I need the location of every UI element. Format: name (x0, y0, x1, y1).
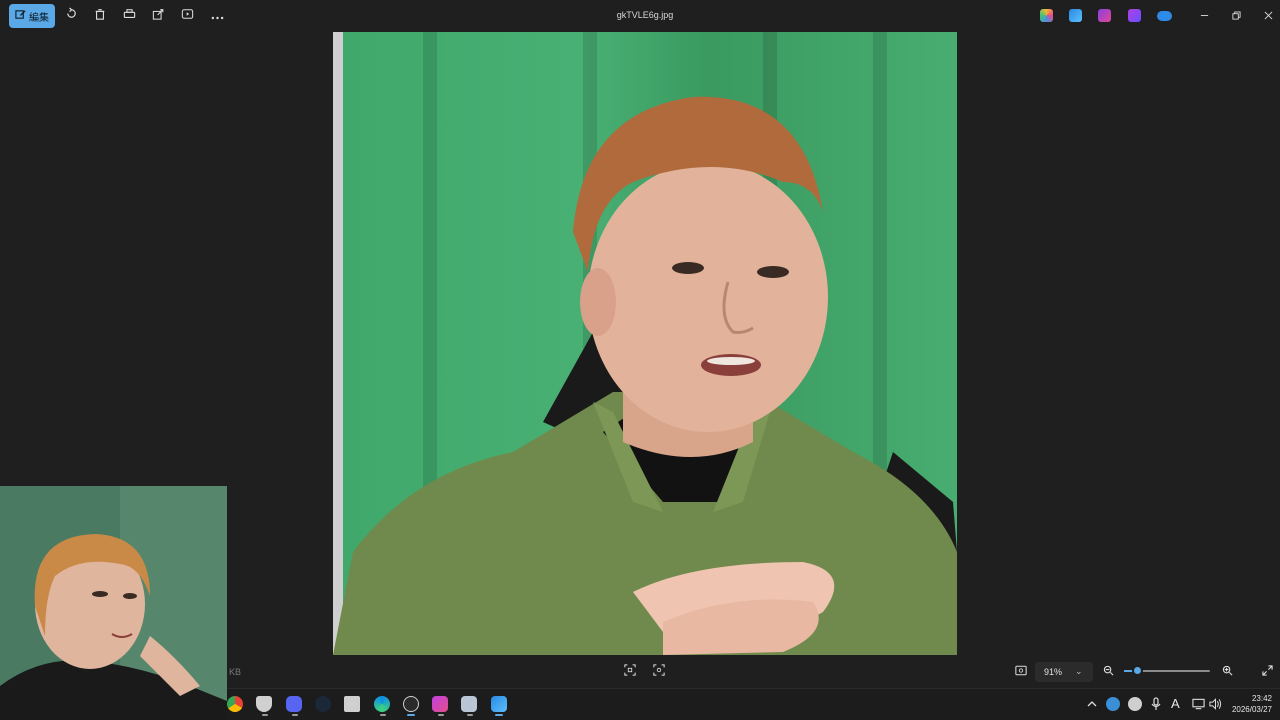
photos-editor-icon[interactable] (1069, 9, 1082, 22)
zoom-out-button[interactable] (1097, 661, 1119, 683)
close-icon (1264, 7, 1273, 25)
fullscreen-icon (1261, 663, 1273, 681)
minimize-button[interactable] (1196, 8, 1212, 24)
discord-icon[interactable] (286, 696, 302, 712)
more-icon (211, 7, 224, 25)
onedrive-icon[interactable] (1157, 11, 1172, 21)
person-illustration (333, 96, 957, 655)
print-icon (123, 7, 136, 25)
zoom-in-icon (1222, 663, 1233, 681)
title-bar: 編集 gkTVLE6g.jpg (0, 0, 1280, 32)
slideshow-button[interactable] (176, 5, 198, 27)
actual-size-icon (1015, 663, 1027, 681)
zoom-in-button[interactable] (1216, 661, 1238, 683)
photos-app-window: 編集 gkTVLE6g.jpg KB 91% ⌄ A 23:42 2026/03… (0, 0, 1280, 720)
chrome-icon[interactable] (227, 696, 243, 712)
more-button[interactable] (206, 5, 228, 27)
edit-icon (15, 9, 26, 23)
steam-tray-icon[interactable] (1128, 697, 1142, 711)
edit-button-label: 編集 (29, 12, 49, 24)
photos-icon[interactable] (491, 696, 507, 712)
running-indicator (438, 714, 444, 716)
clock-time: 23:42 (1251, 694, 1272, 703)
rotate-icon (65, 7, 78, 25)
minimize-icon (1200, 7, 1209, 25)
store-icon[interactable] (344, 696, 360, 712)
running-indicator (292, 714, 298, 716)
actual-size-button[interactable] (1010, 661, 1032, 683)
close-button[interactable] (1260, 8, 1276, 24)
shield-app-icon[interactable] (256, 696, 272, 712)
active-indicator (407, 714, 415, 716)
restore-icon (1231, 7, 1241, 25)
share-icon (152, 7, 165, 25)
edge-icon[interactable] (374, 696, 390, 712)
designer-icon[interactable] (1128, 9, 1141, 22)
webcam-overlay (0, 486, 227, 720)
running-indicator (380, 714, 386, 716)
volume-icon[interactable] (1209, 697, 1223, 711)
compare-icon (653, 663, 665, 681)
fit-view-icon (624, 663, 636, 681)
edit-button[interactable]: 編集 (9, 4, 55, 28)
share-button[interactable] (147, 5, 169, 27)
zoom-out-icon (1103, 663, 1114, 681)
clipchamp-icon[interactable] (1098, 9, 1111, 22)
chevron-down-icon: ⌄ (1075, 666, 1083, 676)
clock-date: 2026/03/27 (1231, 705, 1272, 714)
compare-button[interactable] (648, 661, 670, 683)
active-indicator (495, 714, 503, 716)
fit-view-button[interactable] (619, 661, 641, 683)
ime-indicator[interactable]: A (1171, 697, 1185, 711)
delete-button[interactable] (89, 5, 111, 27)
webcam-person-illustration (0, 486, 227, 720)
print-button[interactable] (118, 5, 140, 27)
fullscreen-button[interactable] (1256, 661, 1278, 683)
running-indicator (262, 714, 268, 716)
restore-button[interactable] (1228, 8, 1244, 24)
running-indicator (467, 714, 473, 716)
main-photo (333, 32, 957, 655)
zoom-value: 91% (1044, 667, 1063, 677)
steam-icon[interactable] (315, 696, 331, 712)
camera-icon[interactable] (461, 696, 477, 712)
display-icon[interactable] (1192, 697, 1206, 711)
zoom-dropdown[interactable]: 91% ⌄ (1035, 662, 1093, 682)
tray-app-icon[interactable] (1106, 697, 1120, 711)
rotate-button[interactable] (60, 5, 82, 27)
chevron-up-icon[interactable] (1086, 697, 1100, 711)
file-title: gkTVLE6g.jpg (616, 10, 674, 20)
slideshow-icon (181, 7, 194, 25)
copilot-icon[interactable] (1040, 9, 1053, 22)
delete-icon (94, 7, 106, 25)
microphone-icon[interactable] (1150, 697, 1164, 711)
system-clock[interactable]: 23:42 2026/03/27 (1226, 693, 1272, 715)
obs-icon[interactable] (403, 696, 419, 712)
app-icon[interactable] (432, 696, 448, 712)
